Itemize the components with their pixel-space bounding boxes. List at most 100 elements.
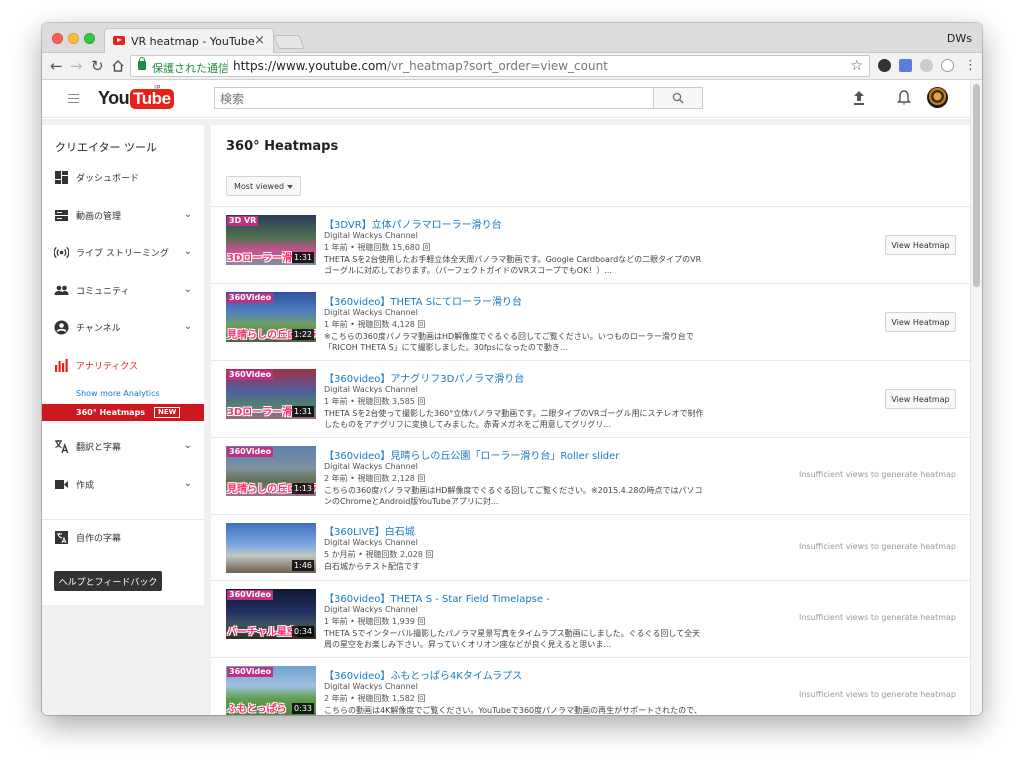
help-feedback-button[interactable]: ヘルプとフィードバック <box>54 571 162 591</box>
tab-title: VR heatmap - YouTube <box>131 35 255 48</box>
table-row: 360Video 見晴らしの丘ローラー 1:13 【360video】見晴らしの… <box>211 438 970 515</box>
sidebar-item-create[interactable]: 作成 ⌄ <box>42 472 204 498</box>
video-title-link[interactable]: 【360video】見晴らしの丘公園「ローラー滑り台」Roller slider <box>324 447 619 462</box>
table-row: 3D VR 3Dローラー滑 1:31 【3DVR】立体パノラマローラー滑り台 D… <box>211 207 970 284</box>
sidebar-item-label: ライブ ストリーミング <box>76 249 169 259</box>
scrollbar-thumb[interactable] <box>973 84 980 287</box>
search-button[interactable] <box>653 87 703 109</box>
reload-icon[interactable]: ↻ <box>91 57 104 75</box>
home-icon[interactable] <box>111 59 125 73</box>
avatar[interactable] <box>927 87 948 108</box>
thumbnail-caption: バーチャル星空 <box>227 627 297 638</box>
sidebar-item-live-streaming[interactable]: ライブ ストリーミング ⌄ <box>42 240 204 266</box>
video-meta: 2 年前 • 視聴回数 2,128 回 <box>324 474 426 483</box>
video-title-link[interactable]: 【360video】アナグリフ3Dパノラマ滑り台 <box>324 370 524 385</box>
table-row: 360Video 3Dローラー滑 1:31 【360video】アナグリフ3Dパ… <box>211 361 970 438</box>
caret-down-icon <box>287 185 293 189</box>
scrollbar[interactable] <box>970 80 982 715</box>
video-duration: 1:46 <box>292 560 314 571</box>
sidebar-item-translations[interactable]: 翻訳と字幕 ⌄ <box>42 434 204 460</box>
new-tab-button[interactable] <box>273 35 305 49</box>
chevron-down-icon: ⌄ <box>183 246 192 257</box>
forward-icon[interactable]: → <box>70 57 83 75</box>
thumbnail-label: 360Video <box>227 293 274 303</box>
video-title-link[interactable]: 【3DVR】立体パノラマローラー滑り台 <box>324 216 502 231</box>
cloud-extension-icon[interactable] <box>920 59 933 72</box>
video-meta: 1 年前 • 視聴回数 15,680 回 <box>324 243 431 252</box>
youtube-logo[interactable]: You Tube JP <box>98 84 174 110</box>
search-input[interactable] <box>215 89 645 109</box>
video-title-link[interactable]: 【360video】ふもとっぱら4Kタイムラプス <box>324 667 522 682</box>
sidebar-item-your-subtitles[interactable]: 自作の字幕 <box>42 525 204 551</box>
thumbnail-label: 360Video <box>227 590 274 600</box>
video-channel: Digital Wackys Channel <box>324 682 418 691</box>
url-text: https://www.youtube.com/vr_heatmap?sort_… <box>233 59 608 73</box>
video-thumbnail[interactable]: 360Video バーチャル星空 0:34 <box>226 589 316 639</box>
view-heatmap-button[interactable]: View Heatmap <box>885 389 956 409</box>
video-description: 白石城からテスト配信です <box>324 562 420 571</box>
video-thumbnail[interactable]: 360Video 見晴らしの丘ローラー 1:13 <box>226 446 316 496</box>
sidebar-item-channel[interactable]: チャンネル ⌄ <box>42 315 204 341</box>
video-duration: 1:31 <box>292 406 314 417</box>
sidebar-item-label: 作成 <box>76 481 95 491</box>
view-heatmap-button[interactable]: View Heatmap <box>885 312 956 332</box>
upload-icon[interactable] <box>852 90 866 106</box>
lock-icon <box>138 57 146 70</box>
address-bar[interactable]: 保護された通信 https://www.youtube.com/vr_heatm… <box>130 55 870 77</box>
tab-close-icon[interactable]: × <box>254 33 265 48</box>
insufficient-views-text: Insufficient views to generate heatmap <box>799 690 956 699</box>
video-thumbnail[interactable]: 1:46 <box>226 523 316 573</box>
hamburger-menu-icon[interactable] <box>68 94 79 103</box>
table-row: 1:46 【360LIVE】白石城 Digital Wackys Channel… <box>211 515 970 581</box>
minimize-window-button[interactable] <box>68 33 79 44</box>
chevron-down-icon: ⌄ <box>183 284 192 295</box>
dashboard-icon <box>55 171 68 184</box>
sidebar-item-360-heatmaps[interactable]: 360° Heatmaps NEW <box>42 404 204 421</box>
sidebar-item-analytics[interactable]: アナリティクス <box>42 353 204 379</box>
video-meta: 1 年前 • 視聴回数 4,128 回 <box>324 320 426 329</box>
chat-extension-icon[interactable] <box>899 59 912 72</box>
sidebar-item-dashboard[interactable]: ダッシュボード <box>42 165 204 191</box>
channel-icon <box>54 320 69 335</box>
show-more-analytics-link[interactable]: Show more Analytics <box>76 389 160 398</box>
sort-label: Most viewed <box>234 181 285 191</box>
video-manager-icon <box>55 210 68 221</box>
new-badge: NEW <box>154 407 181 418</box>
browser-tab[interactable]: VR heatmap - YouTube × <box>104 28 274 54</box>
bookmark-star-icon[interactable]: ☆ <box>850 58 863 74</box>
video-channel: Digital Wackys Channel <box>324 605 418 614</box>
maximize-window-button[interactable] <box>84 33 95 44</box>
chevron-down-icon: ⌄ <box>183 321 192 332</box>
video-title-link[interactable]: 【360video】THETA S - Star Field Timelapse… <box>324 590 550 605</box>
profile-name[interactable]: DWs <box>947 32 972 45</box>
sidebar-item-label: 動画の管理 <box>76 212 122 222</box>
sidebar-item-label: 自作の字幕 <box>76 534 122 544</box>
video-thumbnail[interactable]: 360Video ふもとっぱら 0:33 <box>226 666 316 715</box>
bell-icon[interactable] <box>897 89 911 106</box>
main-content: 360° Heatmaps Most viewed 3D VR 3Dローラー滑 … <box>211 125 970 715</box>
menu-dots-icon[interactable]: ⋮ <box>964 57 977 75</box>
extension-icon[interactable] <box>878 59 891 72</box>
logo-region: JP <box>154 84 161 92</box>
url-path: /vr_heatmap?sort_order=view_count <box>386 59 608 73</box>
view-heatmap-button[interactable]: View Heatmap <box>885 235 956 255</box>
url-separator <box>227 59 228 73</box>
logo-tube: Tube <box>130 89 174 109</box>
subtitles-icon <box>55 531 68 544</box>
sidebar-item-community[interactable]: コミュニティ ⌄ <box>42 278 204 304</box>
sidebar-item-video-manager[interactable]: 動画の管理 ⌄ <box>42 203 204 229</box>
secure-label: 保護された通信 <box>152 62 229 75</box>
thumbnail-label: 3D VR <box>227 216 259 226</box>
video-title-link[interactable]: 【360video】THETA Sにてローラー滑り台 <box>324 293 522 308</box>
sidebar-item-label: アナリティクス <box>76 362 139 372</box>
video-meta: 5 か月前 • 視聴回数 2,028 回 <box>324 550 434 559</box>
video-thumbnail[interactable]: 360Video 3Dローラー滑 1:31 <box>226 369 316 419</box>
video-thumbnail[interactable]: 360Video 見晴らしの丘ローラー 1:22 <box>226 292 316 342</box>
settings-extension-icon[interactable] <box>941 59 954 72</box>
video-title-link[interactable]: 【360LIVE】白石城 <box>324 523 415 538</box>
video-thumbnail[interactable]: 3D VR 3Dローラー滑 1:31 <box>226 215 316 265</box>
sort-dropdown[interactable]: Most viewed <box>226 176 301 196</box>
video-duration: 1:31 <box>292 252 314 263</box>
back-icon[interactable]: ← <box>50 57 63 75</box>
close-window-button[interactable] <box>52 33 63 44</box>
